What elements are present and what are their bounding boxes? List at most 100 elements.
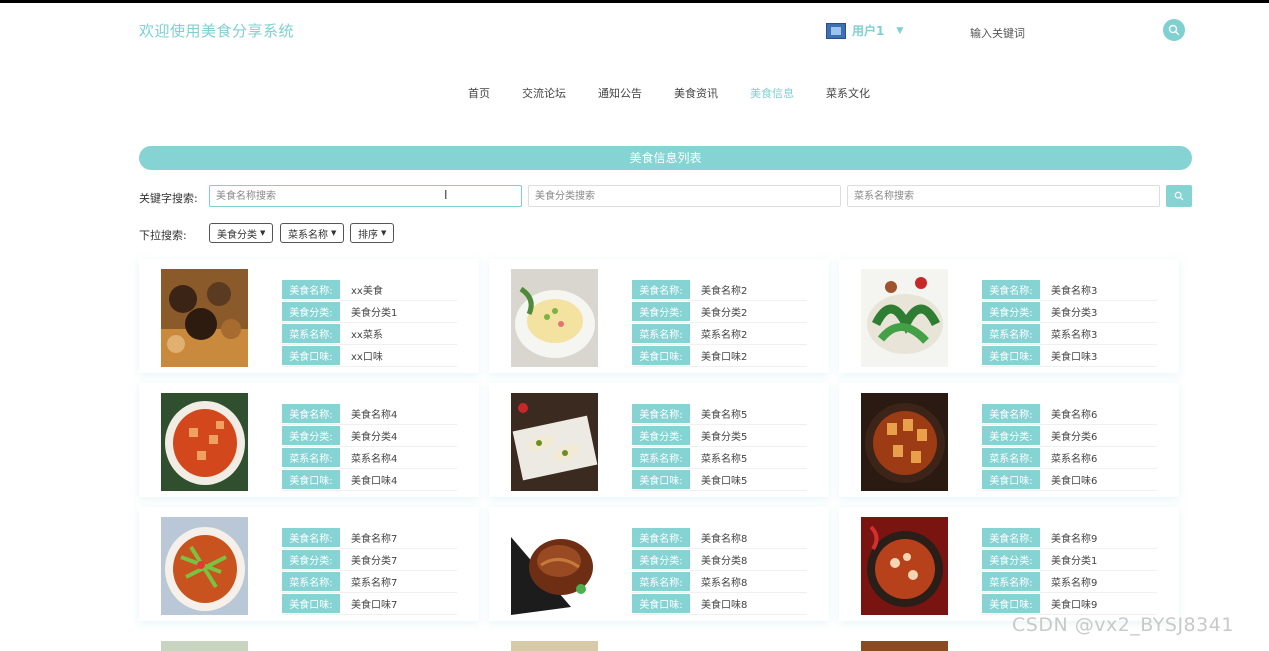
food-category-dropdown[interactable]: 美食分类 ▼ [209, 223, 274, 243]
food-cuisine: 菜系名称7 [351, 578, 398, 589]
food-name: 美食名称4 [351, 410, 398, 421]
user-menu[interactable]: 用户1 ▼ [826, 22, 903, 39]
info-row-category: 美食分类: 美食分类8 [632, 549, 807, 571]
info-row-name: 美食名称: 美食名称2 [632, 279, 807, 301]
food-name: 美食名称6 [1051, 410, 1098, 421]
food-cuisine: xx菜系 [351, 330, 383, 341]
nav-item-news[interactable]: 美食资讯 [674, 85, 718, 101]
info-row-taste: 美食口味: 美食口味6 [982, 469, 1157, 491]
food-category: 美食分类3 [1051, 308, 1098, 319]
nav-item-food-info[interactable]: 美食信息 [750, 85, 794, 101]
food-image[interactable] [511, 393, 598, 491]
food-name: 美食名称5 [701, 410, 748, 421]
nav-item-notice[interactable]: 通知公告 [598, 85, 642, 101]
food-card[interactable]: 美食名称: 美食名称6 美食分类: 美食分类6 菜系名称: 菜系名称6 美食口味: 美食… [839, 383, 1179, 497]
info-label: 美食口味: [632, 470, 690, 489]
food-image[interactable] [161, 393, 248, 491]
food-category: 美食分类8 [701, 556, 748, 567]
info-row-category: 美食分类: 美食分类6 [982, 425, 1157, 447]
food-card[interactable]: 美食名称: 美食名称9 美食分类: 美食分类1 菜系名称: 菜系名称9 美食口味: 美食… [839, 507, 1179, 621]
info-label: 美食名称: [982, 528, 1040, 547]
info-label: 美食分类: [982, 550, 1040, 569]
watermark: CSDN @vx2_BYSJ8341 [1012, 614, 1234, 636]
food-category: 美食分类5 [701, 432, 748, 443]
food-category: 美食分类4 [351, 432, 398, 443]
nav-item-cuisine-culture[interactable]: 菜系文化 [826, 85, 870, 101]
info-label: 美食口味: [632, 346, 690, 365]
food-cuisine: 菜系名称5 [701, 454, 748, 465]
food-image[interactable] [511, 517, 598, 615]
food-taste: 美食口味8 [701, 600, 748, 611]
food-info: 美食名称: 美食名称8 美食分类: 美食分类8 菜系名称: 菜系名称8 美食口味: 美食… [632, 527, 807, 615]
info-label: 美食名称: [632, 280, 690, 299]
food-image[interactable] [861, 517, 948, 615]
food-card[interactable]: 美食名称: xx美食 美食分类: 美食分类1 菜系名称: xx菜系 美食口味: xx口味 [139, 259, 479, 373]
info-label: 菜系名称: [632, 448, 690, 467]
info-label: 菜系名称: [282, 324, 340, 343]
info-label: 菜系名称: [982, 324, 1040, 343]
sort-dropdown[interactable]: 排序 ▼ [350, 223, 395, 243]
food-image[interactable] [861, 393, 948, 491]
info-row-taste: 美食口味: 美食口味2 [632, 345, 807, 367]
food-category-search-input[interactable] [528, 185, 841, 207]
dropdown-label: 菜系名称 [288, 229, 328, 241]
search-icon [1168, 24, 1180, 36]
food-image[interactable] [511, 269, 598, 367]
info-row-taste: 美食口味: 美食口味5 [632, 469, 807, 491]
info-row-cuisine: 菜系名称: 菜系名称2 [632, 323, 807, 345]
info-label: 美食名称: [982, 280, 1040, 299]
food-info: 美食名称: 美食名称7 美食分类: 美食分类7 菜系名称: 菜系名称7 美食口味: 美食… [282, 527, 457, 615]
info-label: 美食名称: [632, 528, 690, 547]
food-cuisine: 菜系名称8 [701, 578, 748, 589]
info-row-name: 美食名称: 美食名称8 [632, 527, 807, 549]
food-card[interactable]: 美食名称: 美食名称5 美食分类: 美食分类5 菜系名称: 菜系名称5 美食口味: 美食… [489, 383, 829, 497]
food-info: 美食名称: 美食名称4 美食分类: 美食分类4 菜系名称: 菜系名称4 美食口味: 美食… [282, 403, 457, 491]
info-row-cuisine: 菜系名称: 菜系名称6 [982, 447, 1157, 469]
info-row-category: 美食分类: 美食分类5 [632, 425, 807, 447]
food-image [861, 641, 948, 651]
search-icon [1174, 191, 1184, 201]
info-label: 美食分类: [632, 426, 690, 445]
site-title: 欢迎使用美食分享系统 [139, 22, 295, 40]
info-label: 菜系名称: [982, 448, 1040, 467]
food-info: 美食名称: 美食名称9 美食分类: 美食分类1 菜系名称: 菜系名称9 美食口味: 美食… [982, 527, 1157, 615]
info-label: 美食名称: [282, 528, 340, 547]
info-row-taste: 美食口味: 美食口味9 [982, 593, 1157, 615]
list-title-banner: 美食信息列表 [139, 146, 1192, 170]
header-search-input[interactable] [968, 21, 1152, 45]
search-button[interactable] [1166, 185, 1192, 207]
info-row-category: 美食分类: 美食分类4 [282, 425, 457, 447]
food-card[interactable]: 美食名称: 美食名称2 美食分类: 美食分类2 菜系名称: 菜系名称2 美食口味: 美食… [489, 259, 829, 373]
nav-item-home[interactable]: 首页 [468, 85, 490, 101]
food-category: 美食分类6 [1051, 432, 1098, 443]
main-nav: 首页 交流论坛 通知公告 美食资讯 美食信息 菜系文化 [0, 85, 1269, 101]
info-label: 菜系名称: [282, 572, 340, 591]
cuisine-name-dropdown[interactable]: 菜系名称 ▼ [280, 223, 345, 243]
food-image[interactable] [161, 517, 248, 615]
info-label: 美食名称: [282, 404, 340, 423]
food-card[interactable]: 美食名称: 美食名称7 美食分类: 美食分类7 菜系名称: 菜系名称7 美食口味: 美食… [139, 507, 479, 621]
info-label: 美食口味: [632, 594, 690, 613]
food-taste: xx口味 [351, 352, 383, 363]
food-category: 美食分类1 [351, 308, 398, 319]
info-row-cuisine: 菜系名称: 菜系名称5 [632, 447, 807, 469]
cuisine-name-search-input[interactable] [847, 185, 1160, 207]
food-image[interactable] [861, 269, 948, 367]
avatar [826, 22, 846, 39]
food-name: 美食名称3 [1051, 286, 1098, 297]
info-row-cuisine: 菜系名称: 菜系名称3 [982, 323, 1157, 345]
header-search-button[interactable] [1163, 19, 1185, 41]
search-row: 关键字搜索: I [139, 185, 1192, 209]
text-cursor-icon: I [444, 188, 448, 202]
food-image[interactable] [161, 269, 248, 367]
food-card[interactable]: 美食名称: 美食名称4 美食分类: 美食分类4 菜系名称: 菜系名称4 美食口味: 美食… [139, 383, 479, 497]
search-label: 关键字搜索: [139, 192, 198, 205]
food-card[interactable]: 美食名称: 美食名称3 美食分类: 美食分类3 菜系名称: 菜系名称3 美食口味: 美食… [839, 259, 1179, 373]
food-card[interactable]: 美食名称: 美食名称8 美食分类: 美食分类8 菜系名称: 菜系名称8 美食口味: 美食… [489, 507, 829, 621]
info-row-taste: 美食口味: 美食口味3 [982, 345, 1157, 367]
info-row-category: 美食分类: 美食分类2 [632, 301, 807, 323]
food-card-partial [489, 631, 829, 651]
info-row-cuisine: 菜系名称: 菜系名称8 [632, 571, 807, 593]
food-name-search-input[interactable] [209, 185, 522, 207]
nav-item-forum[interactable]: 交流论坛 [522, 85, 566, 101]
